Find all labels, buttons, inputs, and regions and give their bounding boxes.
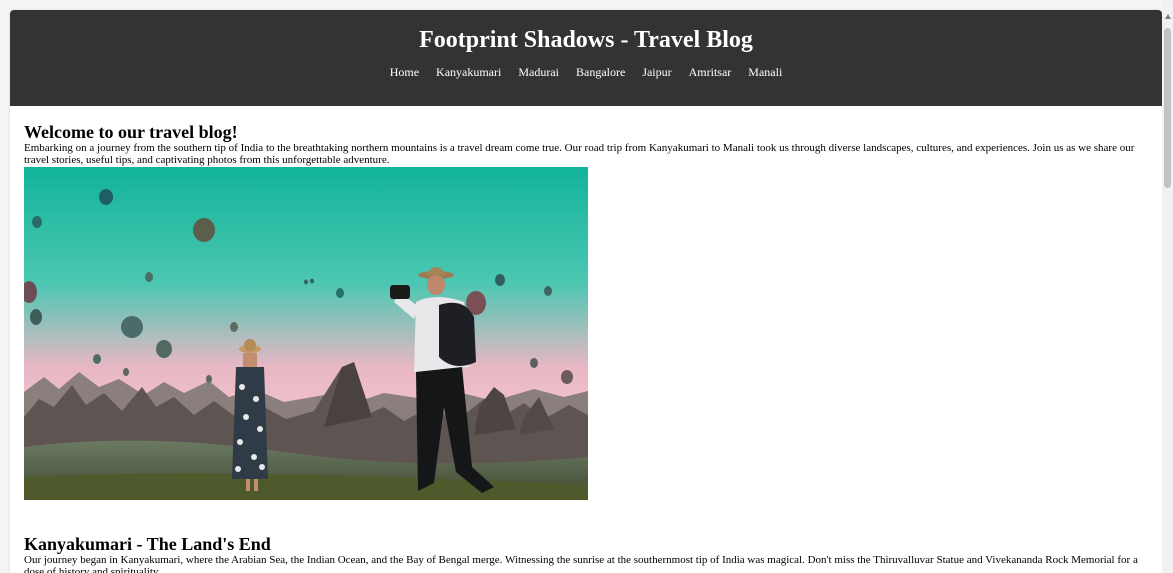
page: Footprint Shadows - Travel Blog Home Kan… bbox=[10, 10, 1162, 573]
welcome-section: Welcome to our travel blog! Embarking on… bbox=[24, 122, 1148, 500]
nav-jaipur[interactable]: Jaipur bbox=[642, 65, 671, 79]
kanyakumari-heading: Kanyakumari - The Land's End bbox=[24, 534, 271, 554]
scrollbar[interactable] bbox=[1162, 0, 1173, 573]
main-content: Welcome to our travel blog! Embarking on… bbox=[10, 106, 1162, 573]
site-header: Footprint Shadows - Travel Blog Home Kan… bbox=[10, 10, 1162, 106]
nav-amritsar[interactable]: Amritsar bbox=[689, 65, 732, 79]
welcome-text: Embarking on a journey from the southern… bbox=[24, 142, 1135, 166]
nav-madurai[interactable]: Madurai bbox=[518, 65, 559, 79]
nav-bangalore[interactable]: Bangalore bbox=[576, 65, 625, 79]
kanyakumari-section: Kanyakumari - The Land's End Our journey… bbox=[24, 534, 1148, 573]
site-title: Footprint Shadows - Travel Blog bbox=[419, 27, 753, 53]
nav-home[interactable]: Home bbox=[390, 65, 419, 79]
welcome-heading: Welcome to our travel blog! bbox=[24, 122, 238, 142]
nav-kanyakumari[interactable]: Kanyakumari bbox=[436, 65, 501, 79]
main-nav: Home Kanyakumari Madurai Bangalore Jaipu… bbox=[10, 65, 1162, 80]
kanyakumari-text: Our journey began in Kanyakumari, where … bbox=[24, 554, 1138, 573]
nav-manali[interactable]: Manali bbox=[748, 65, 782, 79]
scrollbar-thumb[interactable] bbox=[1164, 28, 1171, 188]
scroll-up-arrow-icon[interactable] bbox=[1165, 14, 1171, 19]
hero-image bbox=[24, 167, 588, 500]
